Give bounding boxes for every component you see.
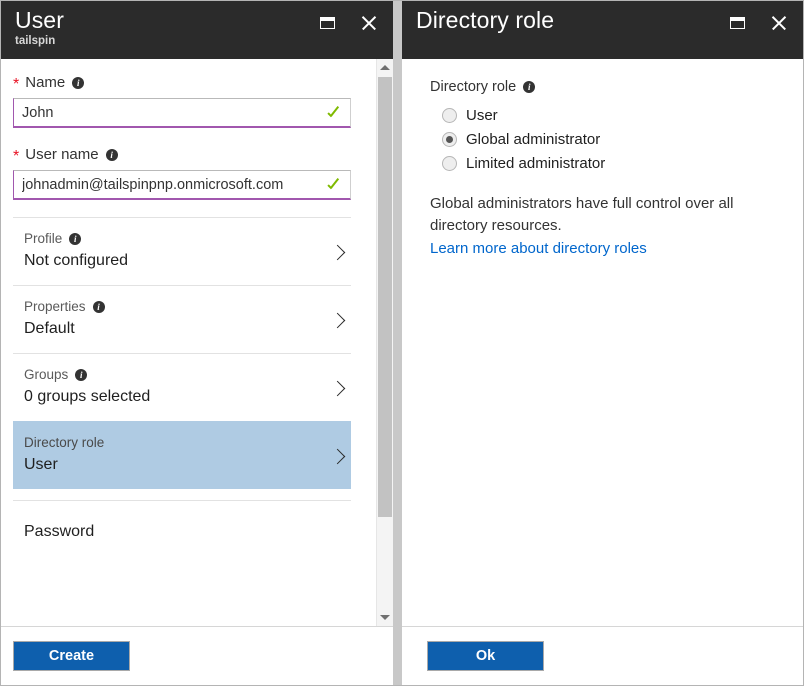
password-label: Password [24,523,95,540]
directory-role-blade-footer: Ok [402,626,803,685]
chevron-right-icon [329,448,346,464]
sidebar-item-profile[interactable]: Profile i Not configured [13,217,351,285]
info-icon[interactable]: i [75,369,88,381]
radio-selected-icon [442,132,457,147]
check-icon [327,177,343,193]
directory-role-row-label: Directory role [24,434,321,452]
caret-down-icon [380,615,390,620]
required-asterisk: * [13,76,20,93]
name-input-value: John [22,104,54,121]
directory-role-row-value: User [24,456,58,473]
radio-label-user: User [466,107,498,124]
radio-option-limited-administrator[interactable]: Limited administrator [442,153,783,174]
user-blade-footer: Create [1,626,393,685]
groups-row-value: 0 groups selected [24,388,151,405]
name-field-label: * Name i [13,73,351,93]
directory-role-description: Global administrators have full control … [430,195,734,234]
directory-role-titlegroup: Directory role [416,1,554,33]
chevron-right-icon [329,244,346,260]
radio-label-global-administrator: Global administrator [466,131,601,148]
properties-row-value: Default [24,320,75,337]
directory-role-blade: Directory role Directory role i User Glo… [402,1,803,685]
name-input[interactable]: John [13,98,351,128]
maximize-button[interactable] [725,11,749,35]
info-icon[interactable]: i [92,301,105,313]
radio-icon [442,108,457,123]
close-icon [772,16,787,31]
user-blade: User tailspin * Name i John * User name … [1,1,393,685]
user-blade-titlegroup: User tailspin [15,1,64,48]
info-icon[interactable]: i [523,81,536,93]
properties-row-label: Properties i [24,298,321,316]
properties-label-text: Properties [24,299,86,314]
user-form-fields: * Name i John * User name i johnadmin@ta… [1,59,376,200]
vertical-scrollbar[interactable] [376,59,393,626]
maximize-icon [729,17,745,29]
username-input[interactable]: johnadmin@tailspinpnp.onmicrosoft.com [13,170,351,200]
radio-icon [442,156,457,171]
learn-more-link[interactable]: Learn more about directory roles [430,238,647,260]
directory-role-label-text: Directory role [24,435,105,450]
user-settings-list: Profile i Not configured Properties i De… [1,217,376,553]
groups-label-text: Groups [24,367,69,382]
profile-row-value: Not configured [24,252,129,269]
check-icon [327,105,343,121]
create-button[interactable]: Create [13,641,130,671]
sidebar-item-directory-role[interactable]: Directory role User [13,421,351,489]
profile-row-label: Profile i [24,230,321,248]
page-subtitle: tailspin [15,35,56,47]
scroll-up-button[interactable] [377,59,393,76]
radio-option-global-administrator[interactable]: Global administrator [442,129,783,150]
blade-divider [393,1,402,685]
profile-label-text: Profile [24,231,63,246]
required-asterisk: * [13,148,20,165]
user-blade-body: * Name i John * User name i johnadmin@ta… [1,59,393,626]
directory-role-blade-header: Directory role [402,1,803,59]
sidebar-item-password[interactable]: Password [13,500,351,553]
user-blade-window-controls [315,11,381,35]
username-input-value: johnadmin@tailspinpnp.onmicrosoft.com [22,176,284,193]
radio-label-limited-administrator: Limited administrator [466,155,606,172]
sidebar-item-properties[interactable]: Properties i Default [13,285,351,353]
ok-button[interactable]: Ok [427,641,544,671]
maximize-icon [319,17,335,29]
directory-role-blade-body: Directory role i User Global administrat… [402,59,803,626]
user-form-scroll-region: * Name i John * User name i johnadmin@ta… [1,59,376,626]
info-icon[interactable]: i [105,149,118,161]
info-icon[interactable]: i [69,233,82,245]
azure-portal-blades: User tailspin * Name i John * User name … [0,0,804,686]
close-icon [362,16,377,31]
radio-option-user[interactable]: User [442,105,783,126]
info-icon[interactable]: i [72,77,85,89]
chevron-right-icon [329,380,346,396]
close-button[interactable] [767,11,791,35]
username-label-text: User name [25,146,99,163]
directory-role-form: Directory role i User Global administrat… [402,59,803,626]
page-title: User [15,7,64,33]
user-blade-header: User tailspin [1,1,393,59]
scroll-down-button[interactable] [377,609,393,626]
name-label-text: Name [25,74,66,91]
directory-role-field-label: Directory role i [430,77,783,97]
groups-row-label: Groups i [24,366,321,384]
sidebar-item-groups[interactable]: Groups i 0 groups selected [13,353,351,421]
directory-role-window-controls [725,11,791,35]
page-title: Directory role [416,7,555,33]
username-field-label: * User name i [13,145,351,165]
directory-role-label-text: Directory role [430,79,517,95]
chevron-right-icon [329,312,346,328]
directory-role-radio-group: User Global administrator Limited admini… [442,105,783,174]
scrollbar-thumb[interactable] [378,77,392,517]
maximize-button[interactable] [315,11,339,35]
caret-up-icon [380,65,390,70]
close-button[interactable] [357,11,381,35]
